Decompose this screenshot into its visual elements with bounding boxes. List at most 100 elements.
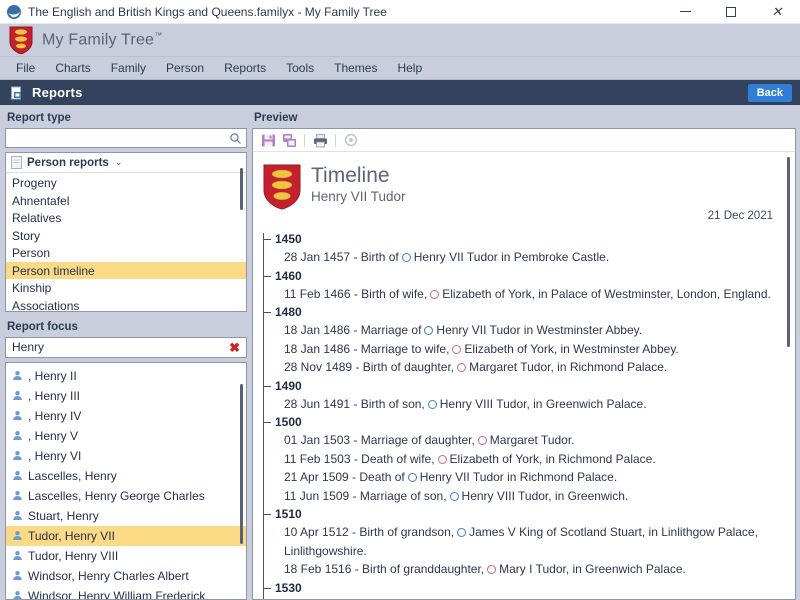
maximize-button[interactable] (708, 0, 754, 24)
timeline-year: 1530 (275, 579, 779, 597)
menu-item-file[interactable]: File (6, 58, 45, 78)
right-panel: Preview (252, 105, 800, 600)
person-icon (12, 470, 23, 481)
print-icon[interactable] (311, 132, 329, 149)
timeline-event-post: Elizabeth of York, in Richmond Palace. (450, 452, 656, 466)
menu-item-help[interactable]: Help (387, 58, 432, 78)
report-type-scroll-thumb[interactable] (240, 168, 243, 210)
timeline: 1450 28 Jan 1457 - Birth ofHenry VII Tud… (263, 230, 779, 599)
chevron-down-icon[interactable]: ⌄ (115, 157, 123, 168)
report-type-item-kinship[interactable]: Kinship (6, 279, 246, 297)
list-item-label: , Henry III (28, 389, 80, 403)
timeline-event-post: Elizabeth of York, in Palace of Westmins… (442, 287, 771, 301)
timeline-event: 28 Jun 1491 - Birth of son,Henry VIII Tu… (275, 395, 779, 414)
preview-label: Preview (252, 109, 796, 128)
report-type-search[interactable] (5, 128, 247, 148)
report-type-item-progeny[interactable]: Progeny (6, 174, 246, 192)
list-item-selected[interactable]: Tudor, Henry VII (6, 526, 246, 546)
toolbar-separator (335, 134, 336, 147)
timeline-year: 1490 (275, 377, 779, 395)
timeline-event-pre: 11 Jun 1509 - Marriage of son, (284, 489, 447, 503)
timeline-event-post: Mary I Tudor, in Greenwich Palace. (499, 562, 686, 576)
menu-item-tools[interactable]: Tools (276, 58, 324, 78)
report-focus-search[interactable]: ✖ (5, 337, 247, 357)
preview-toolbar (253, 129, 795, 152)
report-titles: Timeline Henry VII Tudor (311, 162, 406, 206)
timeline-event-post: Henry VII Tudor in Richmond Palace. (420, 470, 617, 484)
minimize-button[interactable] (662, 0, 708, 24)
report-type-scrollbar[interactable] (239, 156, 244, 308)
back-button[interactable]: Back (748, 84, 792, 102)
report-type-item-ahnentafel[interactable]: Ahnentafel (6, 192, 246, 210)
timeline-event-post: Margaret Tudor. (490, 433, 575, 447)
timeline-event: 11 Jun 1509 - Marriage of son,Henry VIII… (275, 487, 779, 506)
list-item[interactable]: Stuart, Henry (6, 506, 246, 526)
report-type-item-person[interactable]: Person (6, 244, 246, 262)
timeline-year: 1510 (275, 505, 779, 523)
female-marker-icon (487, 565, 496, 574)
timeline-event: 18 Jan 1486 - Marriage ofHenry VII Tudor… (275, 321, 779, 340)
report-type-list[interactable]: Person reports ⌄ Progeny Ahnentafel Rela… (5, 152, 247, 312)
list-item[interactable]: Windsor, Henry Charles Albert (6, 566, 246, 586)
person-icon (12, 430, 23, 441)
person-icon (12, 450, 23, 461)
app-icon (6, 4, 22, 20)
report-focus-scroll-thumb[interactable] (240, 384, 243, 544)
clear-icon[interactable]: ✖ (227, 341, 242, 354)
page-header: Reports Back (0, 80, 800, 105)
report-type-search-input[interactable] (12, 130, 229, 147)
preview-scroll-thumb[interactable] (787, 157, 790, 347)
report-type-item-person-timeline[interactable]: Person timeline (6, 262, 246, 280)
person-icon (12, 530, 23, 541)
report-type-item-story[interactable]: Story (6, 227, 246, 245)
female-marker-icon (452, 345, 461, 354)
report-focus-list[interactable]: , Henry II , Henry III , Henry IV , Henr… (5, 362, 247, 600)
document-icon (11, 156, 22, 169)
report-focus-scrollbar[interactable] (239, 366, 244, 596)
menu-item-themes[interactable]: Themes (324, 58, 387, 78)
report-focus-search-input[interactable] (12, 339, 227, 356)
report-type-item-associations[interactable]: Associations (6, 297, 246, 311)
report-title: Timeline (311, 164, 406, 188)
list-item[interactable]: Lascelles, Henry George Charles (6, 486, 246, 506)
export-icon[interactable] (280, 132, 298, 149)
list-item-label: Stuart, Henry (28, 509, 99, 523)
list-item-label: Tudor, Henry VIII (28, 549, 118, 563)
timeline-event-pre: 21 Apr 1509 - Death of (284, 470, 405, 484)
list-item-label: Windsor, Henry William Frederick (28, 589, 205, 599)
settings-icon[interactable] (342, 132, 360, 149)
list-item[interactable]: , Henry IV (6, 406, 246, 426)
list-item[interactable]: Lascelles, Henry (6, 466, 246, 486)
report-type-item-relatives[interactable]: Relatives (6, 209, 246, 227)
close-button[interactable]: ✕ (754, 0, 800, 24)
male-marker-icon (408, 473, 417, 482)
preview-scrollbar[interactable] (786, 157, 792, 595)
timeline-event-pre: 11 Feb 1503 - Death of wife, (284, 452, 435, 466)
list-item-label: Lascelles, Henry George Charles (28, 489, 205, 503)
person-icon (12, 570, 23, 581)
menu-item-reports[interactable]: Reports (214, 58, 276, 78)
list-item[interactable]: , Henry III (6, 386, 246, 406)
timeline-event-pre: 11 Feb 1466 - Birth of wife, (284, 287, 427, 301)
timeline-event: 10 Apr 1512 - Birth of grandson,James V … (275, 523, 779, 560)
timeline-event-post: Margaret Tudor, in Richmond Palace. (469, 360, 667, 374)
menu-item-charts[interactable]: Charts (45, 58, 100, 78)
list-item[interactable]: , Henry II (6, 366, 246, 386)
timeline-event-pre: 01 Jan 1503 - Marriage of daughter, (284, 433, 475, 447)
timeline-event-post: Henry VIII Tudor, in Greenwich Palace. (440, 397, 647, 411)
list-item[interactable]: , Henry V (6, 426, 246, 446)
trademark-mark: ™ (154, 31, 162, 40)
save-icon[interactable] (259, 132, 277, 149)
list-item[interactable]: Windsor, Henry William Frederick (6, 586, 246, 599)
app-name: My Family Tree™ (42, 31, 162, 49)
report-type-group-header[interactable]: Person reports ⌄ (6, 153, 246, 173)
menu-item-family[interactable]: Family (101, 58, 156, 78)
list-item[interactable]: Tudor, Henry VIII (6, 546, 246, 566)
list-item[interactable]: , Henry VI (6, 446, 246, 466)
menu-bar: File Charts Family Person Reports Tools … (0, 57, 800, 80)
report-type-items: Progeny Ahnentafel Relatives Story Perso… (6, 173, 246, 311)
timeline-event-pre: 28 Nov 1489 - Birth of daughter, (284, 360, 454, 374)
person-icon (12, 370, 23, 381)
menu-item-person[interactable]: Person (156, 58, 214, 78)
toolbar-separator (304, 134, 305, 147)
